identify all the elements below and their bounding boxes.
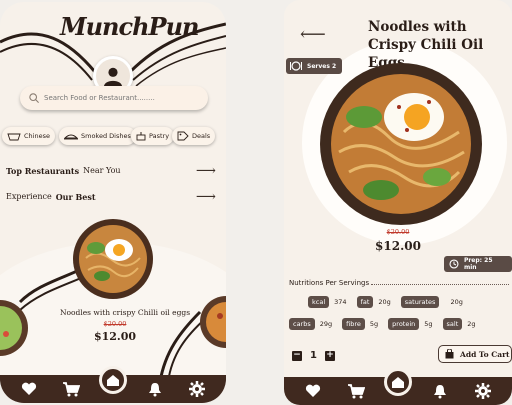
dish-detail-screen: ⟵ Noodles with Crispy Chili Oil Eggs Ser… bbox=[284, 0, 512, 405]
gear-icon[interactable] bbox=[472, 382, 494, 400]
nutrient-label: carbs bbox=[289, 318, 315, 330]
category-label: Smoked Dishes bbox=[81, 132, 131, 140]
bottom-nav bbox=[0, 366, 226, 403]
quantity-stepper: − 1 + bbox=[292, 350, 335, 361]
heart-icon[interactable] bbox=[18, 380, 40, 398]
gear-icon[interactable] bbox=[186, 380, 208, 398]
back-arrow-icon[interactable]: ⟵ bbox=[300, 26, 326, 44]
noodle-dish-image bbox=[320, 63, 482, 225]
heading-bold: Top Restaurants bbox=[6, 166, 80, 176]
nutrient-label: kcal bbox=[308, 296, 330, 308]
nutrition-row: kcal 374 fat 20g saturates 20g bbox=[308, 296, 473, 308]
add-to-cart-label: Add To Cart bbox=[460, 349, 510, 359]
user-icon bbox=[103, 67, 123, 87]
app-logo: MunchPun bbox=[60, 12, 199, 41]
nutrient-label: saturates bbox=[400, 296, 440, 308]
prep-time-badge: Prep: 25 min bbox=[444, 256, 512, 272]
search-input[interactable] bbox=[44, 94, 194, 102]
nutrient-value: 20g bbox=[450, 298, 463, 306]
nutrition-row: carbs 29g fibre 5g protein 5g salt 2g bbox=[289, 318, 476, 330]
nutrient-value: 2g bbox=[467, 320, 476, 328]
nutrient-value: 5g bbox=[424, 320, 433, 328]
category-label: Pastry bbox=[149, 132, 170, 140]
noodle-dish-image bbox=[73, 219, 153, 299]
category-label: Deals bbox=[192, 132, 211, 140]
cake-icon bbox=[136, 132, 146, 141]
salad-dish-image bbox=[0, 300, 28, 356]
category-label: Chinese bbox=[24, 132, 50, 140]
nutrient-label: fibre bbox=[342, 318, 365, 330]
heading-rest: Experience bbox=[6, 192, 52, 201]
nutrient-value: 20g bbox=[378, 298, 391, 306]
nutrient-label: fat bbox=[356, 296, 374, 308]
category-smoked-dishes[interactable]: Smoked Dishes bbox=[59, 127, 136, 145]
nutrition-title: Nutritions Per Servings bbox=[289, 279, 370, 287]
cart-icon[interactable] bbox=[60, 380, 82, 398]
category-pastry[interactable]: Pastry bbox=[131, 127, 175, 145]
noodle-box-icon bbox=[7, 133, 21, 140]
smoked-dish-icon bbox=[64, 134, 78, 139]
nutrient-label: protein bbox=[388, 318, 420, 330]
bottom-nav bbox=[284, 368, 512, 405]
category-deals[interactable]: Deals bbox=[172, 127, 216, 145]
home-screen: MunchPun Chinese Smoked Dishes Pastry De… bbox=[0, 2, 226, 403]
plus-button[interactable]: + bbox=[324, 350, 335, 361]
home-icon[interactable] bbox=[384, 368, 412, 396]
prep-label: Prep: 25 min bbox=[463, 257, 493, 271]
price: $12.00 bbox=[375, 239, 421, 253]
category-chinese[interactable]: Chinese bbox=[2, 127, 55, 145]
cart-icon[interactable] bbox=[345, 382, 367, 400]
search-icon bbox=[29, 93, 39, 103]
shopping-bag-icon bbox=[445, 349, 454, 359]
nutrient-value: 5g bbox=[369, 320, 379, 328]
bell-icon[interactable] bbox=[429, 382, 451, 400]
old-price: $20.00 bbox=[386, 228, 410, 236]
old-price: $20.00 bbox=[103, 320, 127, 328]
arrow-right-icon[interactable]: ⟶ bbox=[196, 190, 216, 204]
minus-button[interactable]: − bbox=[292, 350, 302, 361]
featured-dish-title: Noodles with crispy Chilli oil eggs bbox=[59, 308, 191, 317]
heading-bold: Our Best bbox=[55, 192, 96, 202]
price: $12.00 bbox=[93, 330, 137, 343]
clock-icon bbox=[449, 259, 459, 269]
pasta-dish-image bbox=[200, 296, 226, 348]
quantity-value: 1 bbox=[310, 350, 317, 361]
experience-heading: Experience Our Best bbox=[6, 192, 96, 202]
heading-rest: Near You bbox=[83, 166, 121, 175]
arrow-right-icon[interactable]: ⟶ bbox=[196, 164, 216, 178]
home-icon[interactable] bbox=[99, 366, 127, 394]
nutrient-label: salt bbox=[442, 318, 463, 330]
search-bar[interactable] bbox=[20, 86, 208, 110]
heart-icon[interactable] bbox=[302, 382, 324, 400]
plate-icon bbox=[290, 61, 302, 71]
deal-tag-icon bbox=[177, 131, 189, 141]
nutrition-heading: Nutritions Per Servings bbox=[289, 279, 509, 287]
add-to-cart-button[interactable]: Add To Cart bbox=[438, 345, 512, 363]
bell-icon[interactable] bbox=[144, 380, 166, 398]
top-restaurants-heading: Top Restaurants Near You bbox=[6, 166, 121, 176]
nutrient-value: 29g bbox=[319, 320, 333, 328]
nutrient-value: 374 bbox=[334, 298, 347, 306]
